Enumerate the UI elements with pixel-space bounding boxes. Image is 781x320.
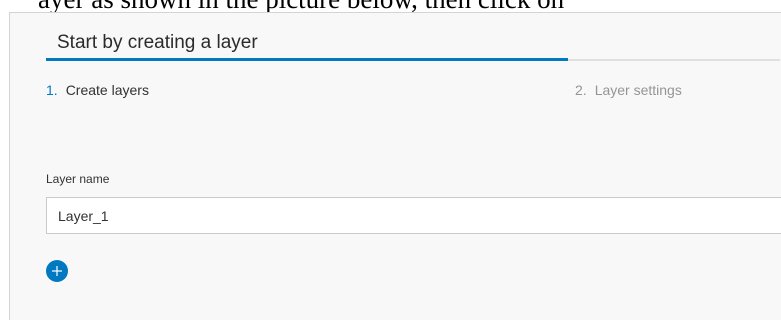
dialog-title: Start by creating a layer: [57, 32, 258, 53]
step-2-label: Layer settings: [594, 82, 682, 98]
step-layer-settings[interactable]: 2. Layer settings: [575, 81, 682, 99]
step-2-number: 2.: [575, 82, 587, 98]
layer-name-label: Layer name: [46, 172, 110, 186]
step-1-number: 1.: [46, 82, 58, 98]
layer-name-input[interactable]: [46, 197, 781, 234]
step-create-layers[interactable]: 1. Create layers: [46, 81, 149, 99]
add-layer-button[interactable]: [46, 260, 68, 282]
document-caption-text: ayer as shown in the picture below, then…: [0, 0, 781, 12]
plus-icon: [52, 266, 62, 276]
steps-progress-bar: [46, 58, 568, 61]
step-1-label: Create layers: [65, 82, 149, 98]
